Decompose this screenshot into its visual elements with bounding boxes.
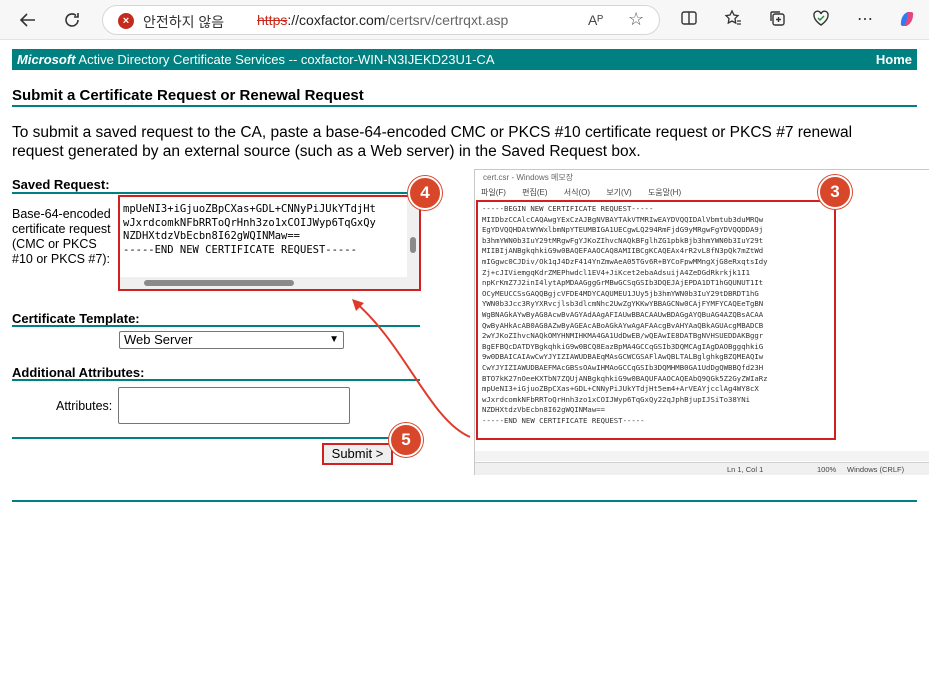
step-badge-5: 5 [389,423,423,457]
arrow-annotation [352,299,471,438]
step-badge-3: 3 [818,175,852,209]
step-badge-4: 4 [408,176,442,210]
arrow-line [354,301,471,438]
